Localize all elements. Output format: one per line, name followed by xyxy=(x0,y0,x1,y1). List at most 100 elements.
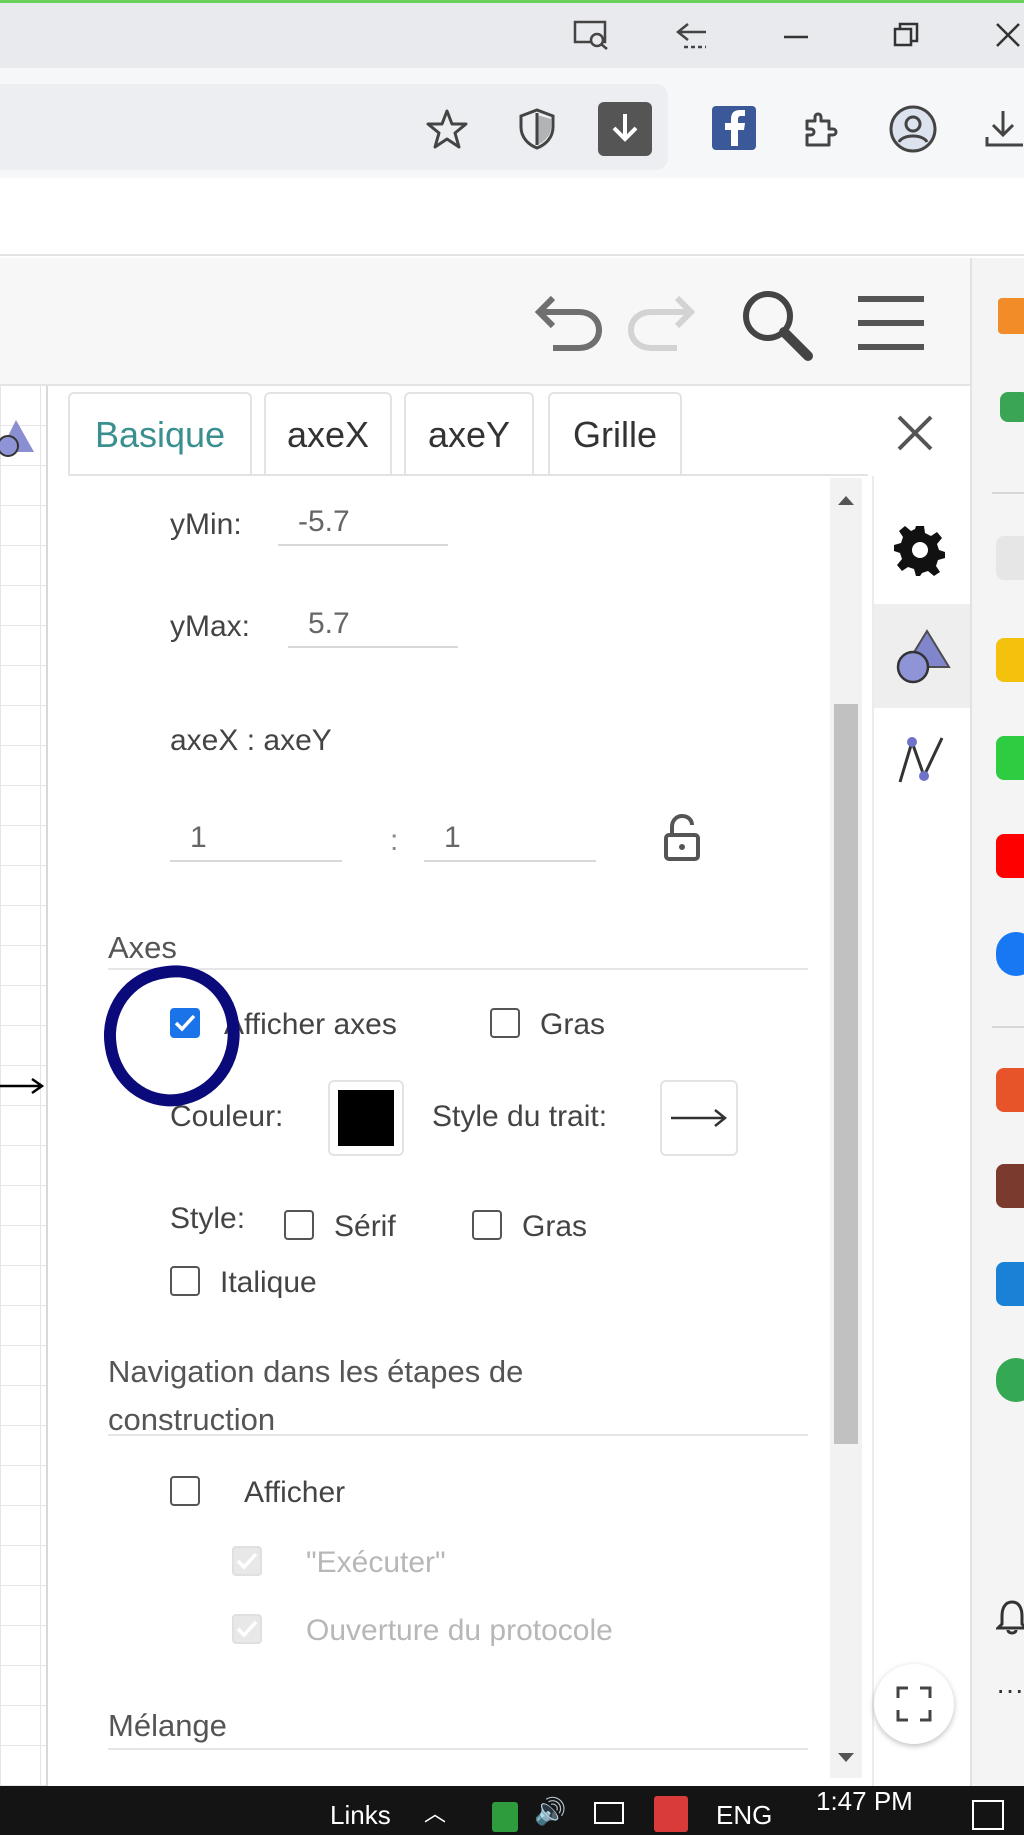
minimize-icon[interactable] xyxy=(774,15,818,55)
downloads-icon[interactable] xyxy=(982,104,1024,154)
ymax-input[interactable]: 5.7 xyxy=(288,604,458,648)
italic-label: Italique xyxy=(220,1266,317,1299)
sidebar-chrome-icon[interactable] xyxy=(996,1358,1024,1402)
protocol-label: Ouverture du protocole xyxy=(306,1614,613,1647)
close-window-icon[interactable] xyxy=(992,15,1024,55)
unlock-icon[interactable] xyxy=(660,812,704,864)
browser-title-bar xyxy=(0,0,1024,68)
ymax-label: yMax: xyxy=(170,610,251,643)
axes-section-rule xyxy=(108,968,808,970)
sidebar-facebook-icon[interactable] xyxy=(996,932,1024,976)
sidebar-app-icon[interactable] xyxy=(998,298,1024,334)
fullscreen-icon[interactable] xyxy=(874,1664,954,1744)
address-bar[interactable] xyxy=(0,84,668,170)
download-extension-icon[interactable] xyxy=(598,102,652,156)
sidebar-add-icon[interactable] xyxy=(996,536,1024,580)
show-axes-label: Afficher axes xyxy=(224,1008,397,1041)
redo-icon[interactable] xyxy=(624,288,698,358)
tab-axey[interactable]: axeY xyxy=(404,392,534,476)
ratio-label: axeX : axeY xyxy=(170,724,332,757)
graphics-view[interactable] xyxy=(0,386,48,1786)
shapes-icon[interactable] xyxy=(0,416,36,460)
sidebar-calendar-icon[interactable] xyxy=(996,1262,1024,1306)
tray-chevron-icon[interactable]: ︿ xyxy=(424,1796,446,1828)
bold-axes-checkbox[interactable] xyxy=(490,1008,520,1038)
serif-checkbox[interactable] xyxy=(284,1210,314,1240)
facebook-icon[interactable] xyxy=(712,106,756,150)
search-icon[interactable] xyxy=(736,284,816,364)
serif-label: Sérif xyxy=(334,1210,396,1243)
tab-basique[interactable]: Basique xyxy=(68,392,252,476)
italic-checkbox[interactable] xyxy=(170,1266,200,1296)
extensions-puzzle-icon[interactable] xyxy=(796,104,846,154)
scroll-down-icon[interactable] xyxy=(834,1746,858,1770)
tray-app-icon[interactable] xyxy=(654,1796,688,1832)
bold-style-label: Gras xyxy=(522,1210,588,1243)
taskbar-language[interactable]: ENG xyxy=(716,1800,772,1831)
account-avatar-icon[interactable] xyxy=(886,102,940,156)
back-arrow-icon[interactable] xyxy=(670,15,714,55)
mix-section-rule xyxy=(108,1748,808,1750)
shield-icon[interactable] xyxy=(512,104,562,154)
tray-display-icon[interactable] xyxy=(594,1802,624,1824)
basic-properties-button[interactable] xyxy=(874,604,972,708)
properties-tabs: Basique axeX axeY Grille xyxy=(68,392,933,476)
restore-icon[interactable] xyxy=(884,15,928,55)
screen-search-icon[interactable] xyxy=(570,15,614,55)
scrollbar-thumb[interactable] xyxy=(834,704,858,1444)
sidebar-bell-icon[interactable] xyxy=(994,1598,1024,1638)
browser-sidebar: ··· xyxy=(970,258,1024,1786)
line-style-button[interactable] xyxy=(660,1080,738,1156)
tray-network-icon[interactable] xyxy=(492,1802,518,1832)
tab-label: axeY xyxy=(427,414,511,455)
axis-color-button[interactable] xyxy=(328,1080,404,1156)
protocol-checkbox xyxy=(232,1614,262,1644)
ymin-input[interactable]: -5.7 xyxy=(278,502,448,546)
sidebar-h-icon[interactable] xyxy=(996,638,1024,682)
sidebar-divider xyxy=(992,1026,1024,1028)
tab-label: axeX xyxy=(286,414,370,455)
settings-gear-icon[interactable] xyxy=(888,518,952,582)
ymin-label: yMin: xyxy=(170,508,242,541)
ratio-y-input[interactable]: 1 xyxy=(424,818,596,862)
taskbar-clock[interactable]: 1:47 PM xyxy=(816,1786,913,1817)
sidebar-z-icon[interactable] xyxy=(996,736,1024,780)
navigation-section-rule xyxy=(108,1434,808,1436)
graph-function-icon[interactable] xyxy=(888,726,956,794)
bookmark-star-icon[interactable] xyxy=(422,104,472,154)
tab-grille[interactable]: Grille xyxy=(548,392,682,476)
undo-icon[interactable] xyxy=(532,288,606,358)
show-navigation-checkbox[interactable] xyxy=(170,1476,200,1506)
sidebar-more-icon[interactable]: ··· xyxy=(996,1674,1024,1706)
sidebar-game-icon[interactable] xyxy=(1000,392,1024,422)
color-label: Couleur: xyxy=(170,1100,284,1133)
line-style-label: Style du trait: xyxy=(432,1100,608,1133)
axis-color-swatch xyxy=(338,1090,394,1146)
tray-volume-icon[interactable]: 🔊 xyxy=(534,1796,566,1827)
mix-section-title: Mélange xyxy=(108,1708,227,1743)
bold-axes-label: Gras xyxy=(540,1008,606,1041)
bold-style-checkbox[interactable] xyxy=(472,1210,502,1240)
scroll-up-icon[interactable] xyxy=(834,488,858,512)
notification-center-icon[interactable] xyxy=(972,1800,1004,1830)
page-blank-area xyxy=(0,178,1024,256)
tab-axex[interactable]: axeX xyxy=(264,392,392,476)
windows-taskbar: Links ︿ 🔊 ENG 1:47 PM xyxy=(0,1786,1024,1835)
tab-underline xyxy=(68,474,868,476)
sidebar-divider xyxy=(992,492,1024,494)
ratio-separator: : xyxy=(390,824,399,857)
show-navigation-label: Afficher xyxy=(244,1476,346,1509)
navigation-section-title: Navigation dans les étapes de constructi… xyxy=(108,1354,524,1437)
tab-label: Grille xyxy=(572,414,657,455)
close-panel-icon[interactable] xyxy=(892,410,938,456)
app-header xyxy=(0,258,970,386)
sidebar-shop-icon[interactable] xyxy=(996,1068,1024,1112)
sidebar-avatar-icon[interactable] xyxy=(996,1164,1024,1208)
sidebar-youtube-icon[interactable] xyxy=(996,834,1024,878)
axis-arrow-icon xyxy=(0,1074,46,1098)
axes-section-title: Axes xyxy=(108,930,177,965)
taskbar-links-label[interactable]: Links xyxy=(330,1800,391,1831)
properties-side-toolbar xyxy=(872,476,972,1786)
menu-hamburger-icon[interactable] xyxy=(852,290,930,356)
ratio-x-input[interactable]: 1 xyxy=(170,818,342,862)
